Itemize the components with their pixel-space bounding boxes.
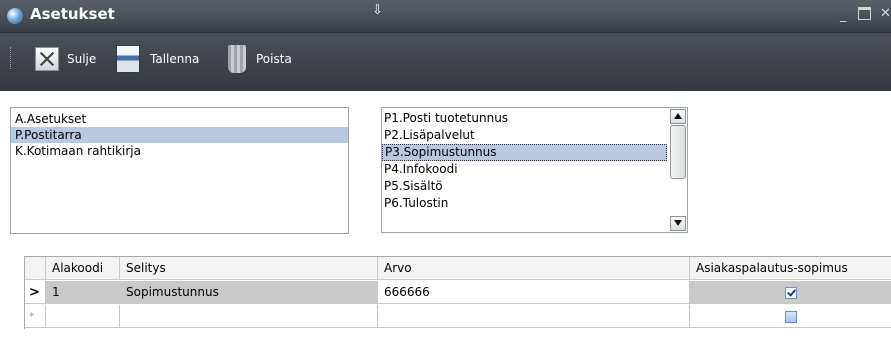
- list-item[interactable]: P5.Sisältö: [382, 178, 667, 195]
- app-globe-icon: [7, 8, 23, 24]
- list-item[interactable]: P4.Infokoodi: [382, 161, 667, 178]
- list-item[interactable]: K.Kotimaan rahtikirja: [11, 143, 348, 159]
- cell-arvo[interactable]: [378, 305, 690, 328]
- checkbox-indeterminate[interactable]: [785, 310, 797, 323]
- new-row[interactable]: *: [25, 305, 891, 328]
- cell-alakoodi[interactable]: [46, 305, 120, 328]
- parameter-list[interactable]: P1.Posti tuotetunnus P2.Lisäpalvelut P3.…: [381, 107, 688, 233]
- category-list[interactable]: A.Asetukset P.Postitarra K.Kotimaan raht…: [10, 107, 349, 234]
- row-header-corner: [25, 257, 46, 280]
- arrow-up-icon: [674, 113, 682, 119]
- save-button[interactable]: Tallenna: [116, 45, 199, 73]
- column-header-asiakaspalautus[interactable]: Asiakaspalautus-sopimus: [690, 257, 891, 280]
- close-window-button[interactable]: ✕: [880, 6, 891, 21]
- scroll-down-button[interactable]: [670, 216, 686, 231]
- list-item[interactable]: P2.Lisäpalvelut: [382, 127, 667, 144]
- cell-selitys[interactable]: [120, 305, 378, 328]
- save-button-label: Tallenna: [150, 52, 200, 66]
- cell-asiakaspalautus[interactable]: [690, 281, 891, 304]
- cell-asiakaspalautus[interactable]: [690, 305, 891, 328]
- list-item[interactable]: P6.Tulostin: [382, 195, 667, 212]
- minimize-button[interactable]: _: [840, 8, 847, 23]
- delete-button[interactable]: Poista: [228, 45, 292, 73]
- close-icon: [35, 47, 59, 71]
- title-bar: Asetukset ⇩ _ ✕: [0, 0, 891, 33]
- cursor-arrow-icon: ⇩: [372, 3, 383, 18]
- column-header-selitys[interactable]: Selitys: [120, 257, 378, 280]
- current-row-indicator: >: [25, 281, 46, 304]
- list-item-selected[interactable]: P3.Sopimustunnus: [382, 144, 667, 161]
- list-item[interactable]: A.Asetukset: [11, 111, 348, 127]
- cell-alakoodi[interactable]: 1: [46, 281, 120, 304]
- cell-selitys[interactable]: Sopimustunnus: [120, 281, 378, 304]
- trash-icon: [228, 45, 246, 73]
- list-item[interactable]: P1.Posti tuotetunnus: [382, 110, 667, 127]
- toolbar: Sulje Tallenna Poista: [0, 33, 891, 91]
- vertical-scrollbar[interactable]: [669, 108, 686, 232]
- scroll-thumb[interactable]: [670, 125, 686, 179]
- column-header-alakoodi[interactable]: Alakoodi: [46, 257, 120, 280]
- arrow-down-icon: [674, 220, 682, 226]
- window-title: Asetukset: [30, 5, 115, 23]
- save-icon: [116, 45, 140, 73]
- checkbox-checked[interactable]: [785, 286, 797, 299]
- cell-arvo[interactable]: 666666: [378, 281, 690, 304]
- new-row-indicator: *: [25, 305, 46, 328]
- toolbar-grip: [10, 47, 14, 69]
- data-grid: Alakoodi Selitys Arvo Asiakaspalautus-so…: [24, 256, 891, 329]
- close-button[interactable]: Sulje: [35, 45, 96, 73]
- close-button-label: Sulje: [67, 52, 97, 66]
- scroll-up-button[interactable]: [670, 109, 686, 124]
- delete-button-label: Poista: [256, 52, 292, 66]
- table-row[interactable]: > 1 Sopimustunnus 666666: [25, 281, 891, 304]
- list-item-selected[interactable]: P.Postitarra: [11, 127, 348, 143]
- column-header-arvo[interactable]: Arvo: [378, 257, 690, 280]
- maximize-button[interactable]: [858, 7, 871, 20]
- grid-header-row: Alakoodi Selitys Arvo Asiakaspalautus-so…: [25, 257, 891, 280]
